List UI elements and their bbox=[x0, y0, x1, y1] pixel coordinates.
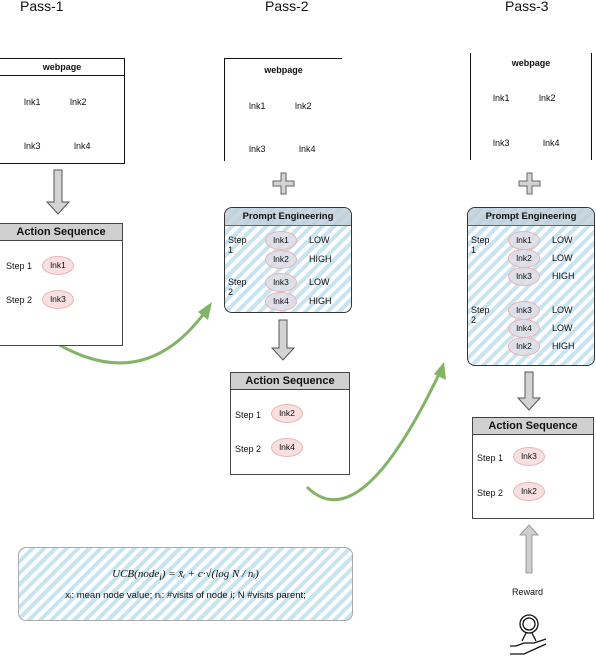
step-label: Step 2 bbox=[235, 444, 262, 454]
level-label: LOW bbox=[552, 235, 573, 245]
link-pill: lnk3 bbox=[265, 273, 297, 292]
down-arrow-icon bbox=[45, 169, 71, 215]
level-label: LOW bbox=[552, 323, 573, 333]
level-label: HIGH bbox=[309, 254, 332, 264]
link-pill: lnk3 bbox=[513, 447, 545, 466]
step-label: Step 1 bbox=[477, 453, 504, 463]
link-pill: lnk3 bbox=[508, 267, 540, 286]
up-arrow-icon bbox=[519, 524, 539, 574]
link-pill: lnk3 bbox=[508, 301, 540, 320]
ucb-formula-box: UCB(nodei) = x̄ᵢ + c·√(log N / nᵢ) xᵢ: m… bbox=[18, 547, 353, 621]
level-label: LOW bbox=[309, 277, 330, 287]
step-label: Step 2 bbox=[228, 277, 247, 297]
link-pill: lnk4 bbox=[508, 319, 540, 338]
link-pill: lnk3 bbox=[42, 290, 74, 309]
step-label: Step 2 bbox=[477, 488, 504, 498]
link-pill: lnk2 bbox=[508, 337, 540, 356]
level-label: LOW bbox=[309, 235, 330, 245]
level-label: LOW bbox=[552, 253, 573, 263]
link-pill: lnk2 bbox=[513, 482, 545, 501]
level-label: LOW bbox=[552, 305, 573, 315]
prompt-title: Prompt Engineering bbox=[225, 208, 351, 226]
formula-rhs: ) = x̄ᵢ + c·√(log N / nᵢ) bbox=[161, 568, 259, 580]
ucb-formula: UCB(nodei) = x̄ᵢ + c·√(log N / nᵢ) bbox=[19, 568, 352, 582]
step-label: Step 2 bbox=[6, 295, 33, 305]
down-arrow-icon bbox=[270, 319, 296, 361]
action-sequence-pass3: Action Sequence Step 1 lnk3 Step 2 lnk2 bbox=[472, 417, 594, 519]
action-sequence-pass1: Action Sequence Step 1 lnk1 Step 2 lnk3 bbox=[0, 223, 123, 346]
link-pill: lnk1 bbox=[42, 256, 74, 275]
action-sequence-pass2: Action Sequence Step 1 lnk2 Step 2 lnk4 bbox=[230, 372, 350, 475]
plus-icon bbox=[272, 172, 295, 195]
link-pill: lnk1 bbox=[265, 231, 297, 250]
prompt-title: Prompt Engineering bbox=[468, 208, 594, 226]
plus-icon bbox=[518, 172, 541, 195]
reward-label: Reward bbox=[512, 587, 544, 597]
link-pill: lnk2 bbox=[508, 249, 540, 268]
formula-lhs: UCB(node bbox=[112, 568, 160, 580]
level-label: HIGH bbox=[552, 341, 575, 351]
link-pill: lnk1 bbox=[508, 231, 540, 250]
link-pill: lnk4 bbox=[271, 438, 303, 457]
down-arrow-icon bbox=[516, 371, 542, 411]
step-label: Step 1 bbox=[6, 261, 33, 271]
link-pill: lnk2 bbox=[271, 404, 303, 423]
reward-hand-medal-icon bbox=[510, 614, 547, 655]
ucb-legend: xᵢ: mean node value; nᵢ: #visits of node… bbox=[65, 590, 306, 602]
step-label: Step 1 bbox=[228, 235, 247, 255]
level-label: HIGH bbox=[552, 271, 575, 281]
action-sequence-title: Action Sequence bbox=[231, 373, 349, 390]
step-label: Step 1 bbox=[235, 410, 262, 420]
link-pill: lnk2 bbox=[265, 250, 297, 269]
action-sequence-title: Action Sequence bbox=[0, 224, 122, 241]
step-label: Step 2 bbox=[471, 305, 490, 325]
level-label: HIGH bbox=[309, 296, 332, 306]
action-sequence-title: Action Sequence bbox=[473, 418, 593, 435]
step-label: Step 1 bbox=[471, 235, 490, 255]
link-pill: lnk4 bbox=[265, 292, 297, 311]
